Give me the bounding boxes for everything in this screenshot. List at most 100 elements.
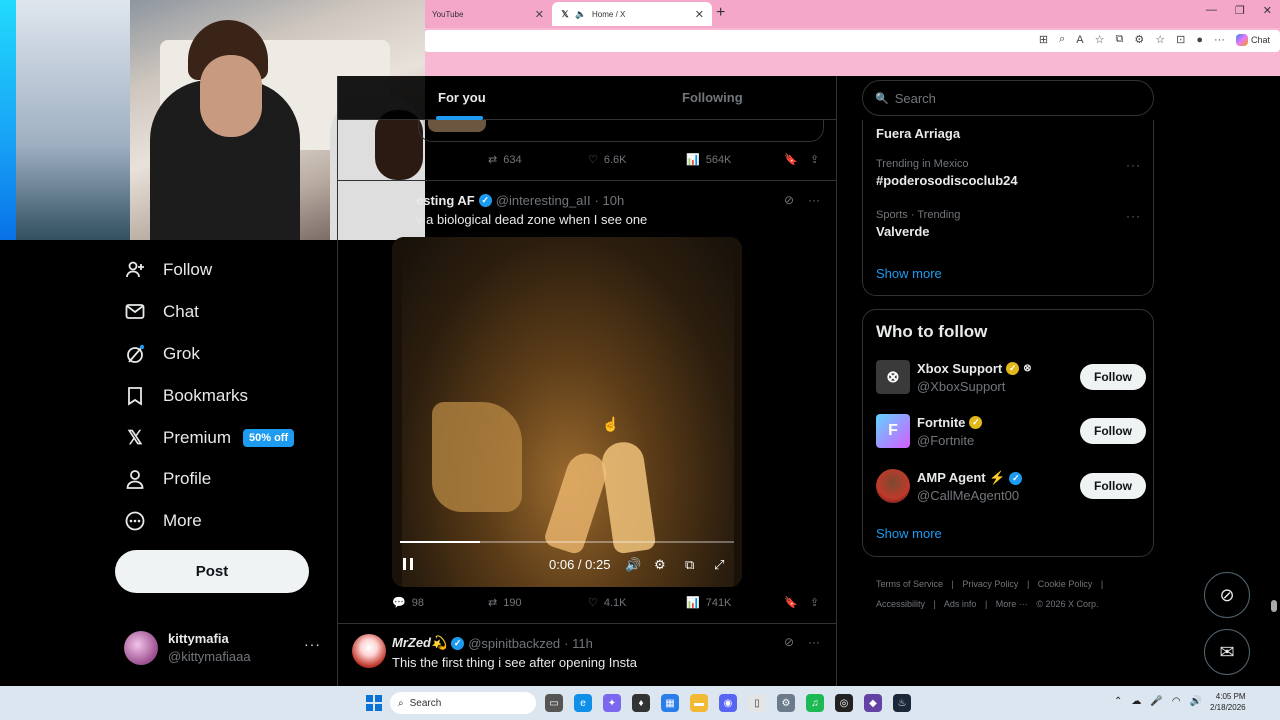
close-tab-icon[interactable]: ✕ [695,8,704,21]
tweet-author[interactable]: esting AF [416,193,475,208]
follow-button[interactable]: Follow [1080,364,1146,390]
task-view-icon[interactable]: ▭ [545,694,563,712]
microphone-icon[interactable]: 🎤 [1150,696,1162,707]
tweet-handle[interactable]: @interesting_aII [496,193,591,208]
nav-item-premium[interactable]: 𝕏 Premium 50% off [114,418,295,458]
video-progress-bar[interactable] [400,541,734,543]
account-switcher[interactable]: kittymafia @kittymafiaaa ··· [124,630,324,670]
trend-item[interactable]: Trending in Mexico #poderosodiscoclub24 … [876,158,1141,188]
windows-start-icon[interactable] [366,695,382,711]
close-window-icon[interactable]: ✕ [1263,4,1272,17]
account-more-icon[interactable]: ··· [304,636,321,652]
grok-icon[interactable]: ⊘ [784,193,794,207]
trend-more-icon[interactable]: ··· [1126,209,1141,223]
nav-item-grok[interactable]: Grok [114,334,200,374]
footer-link-terms[interactable]: Terms of Service [876,579,943,589]
tweet-time[interactable]: · 11h [564,636,593,651]
steam-icon[interactable]: ♨ [893,694,911,712]
grok-float-button[interactable]: ⊘ [1204,572,1250,618]
close-tab-icon[interactable]: ✕ [535,8,544,21]
store-icon[interactable]: ▦ [661,694,679,712]
video-player[interactable]: ☝ 0:06 / 0:25 🔊 ⚙ ⧉ ⤢ [392,237,742,587]
nav-item-chat[interactable]: Chat [114,292,199,332]
nav-item-bookmarks[interactable]: Bookmarks [114,376,248,416]
zoom-icon[interactable]: ⌕ [1059,33,1065,46]
nav-item-more[interactable]: More [114,501,202,541]
tab-youtube[interactable]: YouTube ✕ [424,2,552,26]
messages-float-button[interactable]: ✉ [1204,629,1250,675]
speaker-icon[interactable]: 🔈 [575,9,586,19]
fullscreen-icon[interactable]: ⤢ [714,557,724,573]
bookmark-icon[interactable]: 🔖 [784,596,798,609]
tweet-author[interactable]: MrZed💫 [392,635,447,651]
share-icon[interactable]: ⇪ [810,153,819,166]
spotify-icon[interactable]: ♫ [806,694,824,712]
discord-icon[interactable]: ◉ [719,694,737,712]
volume-icon[interactable]: 🔊 [625,557,641,573]
app-icon[interactable]: ♦ [632,694,650,712]
who-to-follow-show-more-link[interactable]: Show more [876,526,942,541]
footer-link-accessibility[interactable]: Accessibility [876,599,925,609]
pause-icon[interactable] [402,557,414,571]
follow-suggestion[interactable]: AMP Agent ⚡ ✓ @CallMeAgent00 Follow [876,469,1146,505]
follow-suggestion[interactable]: F Fortnite ✓ @Fortnite Follow [876,414,1146,450]
split-screen-icon[interactable]: ⧉ [1116,33,1124,46]
follow-suggestion[interactable]: ⊗ Xbox Support ✓ ⊗ @XboxSupport Follow [876,360,1146,396]
extensions-icon[interactable]: ⚙ [1134,33,1144,46]
grok-icon[interactable]: ⊘ [784,635,794,649]
picture-in-picture-icon[interactable]: ⧉ [685,557,694,573]
favorites-icon[interactable]: ☆ [1155,33,1165,46]
app-icon[interactable]: ◆ [864,694,882,712]
tab-home-x[interactable]: 𝕏 🔈 Home / X ✕ [552,2,712,26]
share-icon[interactable]: ⇪ [810,596,819,609]
taskbar-search-input[interactable]: ⌕ Search [390,692,536,714]
trends-show-more-link[interactable]: Show more [876,266,942,281]
copilot-chat-button[interactable]: Chat [1235,33,1270,46]
read-aloud-icon[interactable]: A [1076,34,1083,46]
repost-button[interactable]: ⇄ 634 [488,153,522,167]
reply-button[interactable]: 💬 98 [392,596,424,610]
new-tab-button[interactable]: + [716,4,725,22]
views-button[interactable]: 📊 564K [686,153,731,167]
settings-gear-icon[interactable]: ⚙ [654,557,666,573]
tab-following[interactable]: Following [682,90,743,105]
taskbar-clock[interactable]: 4:05 PM 2/18/2026 [1210,691,1246,713]
settings-gear-icon[interactable]: ⚙ [777,694,795,712]
footer-link-ads-info[interactable]: Ads info [944,599,977,609]
chevron-up-icon[interactable]: ⌃ [1114,696,1122,707]
more-icon[interactable]: ··· [1214,34,1225,46]
copilot-app-icon[interactable]: ✦ [603,694,621,712]
minimize-icon[interactable]: — [1206,4,1217,17]
maximize-icon[interactable]: ❐ [1235,4,1245,17]
trend-item[interactable]: Sports · Trending Valverde ··· [876,209,1141,239]
bookmark-icon[interactable]: 🔖 [784,153,798,166]
scrollbar-thumb[interactable] [1271,600,1277,612]
search-input[interactable]: 🔍 Search [862,80,1154,116]
trend-item[interactable]: Fuera Arriaga [876,123,1141,141]
nav-item-profile[interactable]: Profile [114,459,211,499]
reader-icon[interactable]: ⊞ [1039,33,1048,46]
follow-button[interactable]: Follow [1080,473,1146,499]
scrollbar[interactable] [1268,76,1280,686]
footer-link-privacy[interactable]: Privacy Policy [962,579,1018,589]
tweet-handle[interactable]: @spinitbackzed [468,636,560,651]
tweet-more-icon[interactable]: ··· [808,635,820,649]
favorite-star-icon[interactable]: ☆ [1095,33,1105,46]
file-explorer-icon[interactable]: ▬ [690,694,708,712]
tweet-time[interactable]: · 10h [595,193,625,208]
profile-icon[interactable]: ● [1196,34,1203,46]
tweet-more-icon[interactable]: ··· [808,193,820,207]
footer-link-cookies[interactable]: Cookie Policy [1038,579,1093,589]
wifi-icon[interactable]: ◠ [1172,696,1181,707]
obs-icon[interactable]: ◎ [835,694,853,712]
avatar[interactable] [352,634,386,668]
trend-more-icon[interactable]: ··· [1126,158,1141,172]
views-button[interactable]: 📊 741K [686,596,731,610]
follow-button[interactable]: Follow [1080,418,1146,444]
post-button[interactable]: Post [115,550,309,593]
tab-for-you[interactable]: For you [438,90,486,105]
notepad-icon[interactable]: ▯ [748,694,766,712]
edge-icon[interactable]: e [574,694,592,712]
nav-item-follow[interactable]: Follow [114,250,212,290]
collections-icon[interactable]: ⊡ [1176,33,1185,46]
